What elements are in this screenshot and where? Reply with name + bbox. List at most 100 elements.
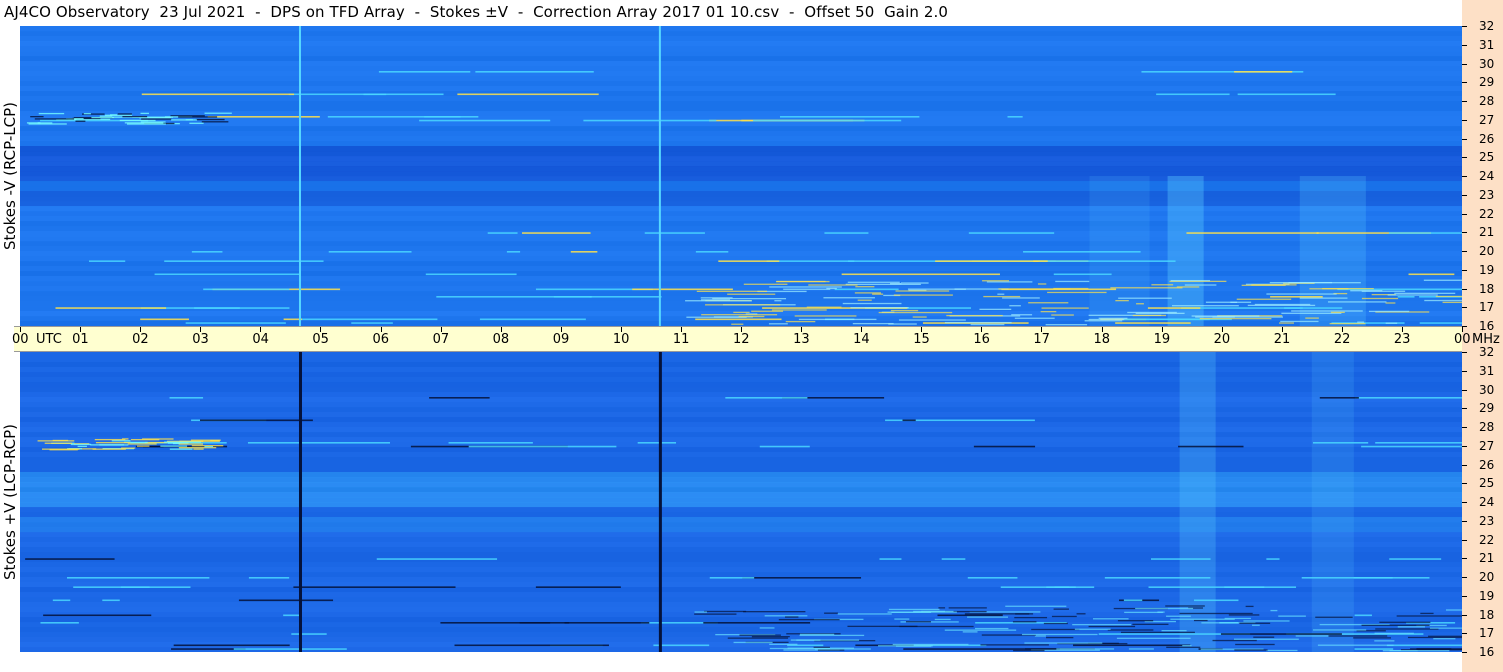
interference-trace [778,619,840,621]
interference-trace [37,122,53,124]
interference-trace [506,251,521,253]
utc-tick-label: 10 [612,332,630,347]
utc-tick-label: 01 [72,332,89,347]
interference-trace [1408,273,1455,276]
interference-trace [982,280,1010,282]
frequency-tick-mark [1462,213,1467,215]
interference-trace [1072,624,1132,626]
interference-trace [1028,302,1069,304]
heatmap-band [20,111,1462,117]
interference-trace [753,119,902,122]
interference-trace [1011,314,1033,316]
heatmap-band [20,221,1462,227]
interference-trace [1354,397,1462,399]
heatmap-band [20,452,1462,458]
heatmap-band [20,206,1462,212]
interference-trace [743,611,806,613]
interference-trace [40,622,79,624]
interference-trace [1234,71,1293,73]
interference-trace [704,610,747,613]
frequency-tick-label: 23 [1479,513,1495,528]
interference-trace [468,445,617,448]
interference-trace [1024,642,1103,644]
interference-trace [1051,314,1074,316]
utc-tick-label: 12 [733,332,750,347]
interference-trace [905,621,931,623]
heatmap-band [20,101,1462,107]
interference-trace [938,607,946,609]
heatmap-band [20,156,1462,162]
heatmap-band [20,191,1462,197]
frequency-tick-label: 26 [1479,457,1495,472]
interference-trace [727,637,789,639]
heatmap-band [20,512,1462,518]
heatmap-band [20,487,1462,493]
heatmap-band [20,161,1462,167]
interference-trace [1236,298,1292,300]
interference-trace [632,288,733,291]
interference-trace [570,251,598,253]
vertical-marker-line [658,352,662,652]
heatmap-band [20,96,1462,102]
frequency-tick-mark [1462,26,1467,27]
interference-trace [44,442,73,444]
interference-trace [1433,638,1456,640]
interference-trace [154,273,300,276]
interference-trace [1361,290,1406,292]
interference-trace [88,260,126,262]
interference-trace [487,232,518,234]
interference-trace [425,273,517,276]
interference-trace [1053,608,1069,610]
interference-trace [130,439,160,441]
heatmap-band [20,81,1462,87]
interference-trace [1423,279,1462,281]
heatmap-band [20,176,1462,182]
interference-trace [907,288,966,290]
interference-trace [475,71,594,73]
frequency-tick-label: 24 [1479,169,1495,183]
interference-trace [694,611,707,613]
frequency-tick-label: 23 [1479,187,1495,202]
title-bar: AJ4CO Observatory 23 Jul 2021 - DPS on T… [0,0,1462,26]
interference-trace [1104,577,1211,579]
interference-trace [1014,616,1048,619]
interference-trace [140,112,149,115]
interference-trace [200,419,313,422]
interference-trace [440,622,570,624]
interference-trace [1420,612,1434,615]
interference-trace [1241,284,1286,286]
interference-trace [141,93,295,96]
interference-trace [1224,586,1297,588]
frequency-tick-mark [1462,119,1467,121]
interference-trace [1301,577,1430,579]
frequency-tick-mark [1462,288,1467,290]
interference-trace [1394,292,1456,294]
utc-tick-label: 20 [1213,332,1231,347]
interference-trace [378,71,471,73]
interference-trace [1374,640,1395,642]
interference-trace [204,445,214,448]
interference-trace [1233,638,1299,640]
bottom-spectrogram-panel [20,352,1462,652]
utc-tick-label: 03 [192,332,209,347]
interference-trace [1361,297,1399,300]
heatmap-band [20,437,1462,443]
interference-trace [1165,605,1205,607]
interference-trace [99,444,129,446]
frequency-tick-label: 20 [1479,570,1495,584]
interference-trace [1115,299,1129,302]
frequency-tick-label: 20 [1479,244,1495,258]
interference-trace [1386,644,1462,647]
interference-trace [1124,611,1163,614]
interference-trace [946,314,1003,317]
frequency-tick-label: 25 [1479,150,1495,165]
interference-trace [1043,622,1068,625]
frequency-tick-mark [1462,464,1467,466]
top-panel-ylabel: Stokes -V (RCP-LCP) [0,102,19,250]
interference-trace [1266,558,1280,560]
heatmap-band [20,236,1462,242]
interference-trace [195,118,225,121]
interference-trace [1046,586,1095,588]
interference-trace [1015,613,1030,615]
interference-trace [185,322,286,324]
